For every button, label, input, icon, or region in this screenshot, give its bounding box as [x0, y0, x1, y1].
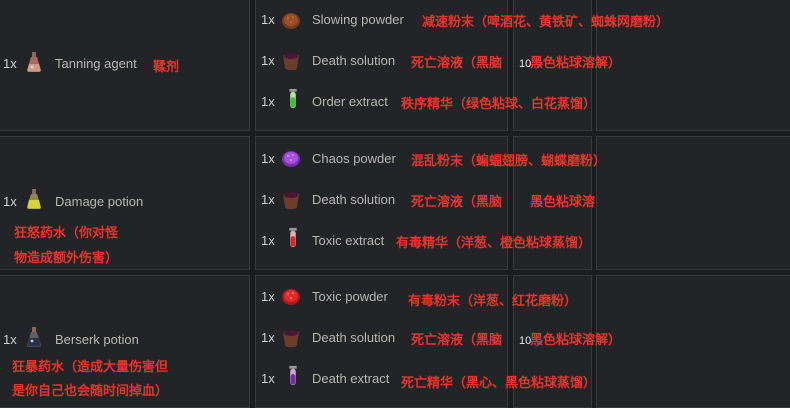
ingredient-name: Chaos powder — [312, 151, 396, 166]
toxic-extract-vial-icon[interactable] — [283, 227, 303, 249]
ingredient-name: Death solution — [312, 192, 396, 207]
ingredient-name: Toxic powder — [312, 289, 388, 304]
product-qty: 1x — [3, 332, 17, 347]
chaos-powder-icon[interactable] — [281, 146, 301, 168]
ingredient-qty: 1x — [261, 289, 275, 304]
ingredient-translation: 有毒精华（洋葱、橙色粘球蒸馏） — [396, 235, 592, 250]
ingredient-qty: 1x — [261, 192, 275, 207]
extra-cell-3b — [596, 275, 790, 408]
ingredient-name: Death solution — [312, 330, 396, 345]
product-name: Berserk potion — [55, 332, 139, 347]
product-translation-line1: 狂怒药水（你对怪 — [14, 225, 119, 240]
order-extract-vial-icon[interactable] — [283, 88, 303, 110]
ingredient-translation: 减速粉末（啤酒花、黄铁矿、蜘蛛网磨粉） — [422, 14, 670, 29]
death-extract-vial-icon[interactable] — [283, 365, 303, 387]
berserk-potion-flask-icon[interactable] — [24, 326, 44, 348]
product-name: Tanning agent — [55, 56, 137, 71]
ingredient-translation: 死亡溶液（黑脑 — [411, 55, 503, 70]
ingredient-name: Death solution — [312, 53, 396, 68]
ingredient-translation: 死亡溶液（黑脑 — [411, 194, 503, 209]
product-qty: 1x — [3, 56, 17, 71]
ingredient-qty: 1x — [261, 371, 275, 386]
ingredient-name: Death extract — [312, 371, 390, 386]
ingredient-name: Toxic extract — [312, 233, 385, 248]
product-name: Damage potion — [55, 194, 144, 209]
product-qty: 1x — [3, 194, 17, 209]
death-solution-bowl-icon[interactable] — [281, 326, 301, 348]
ingredient-qty: 1x — [261, 12, 275, 27]
slowing-powder-icon[interactable] — [281, 8, 301, 30]
product-translation-line2: 物造成额外伤害） — [14, 250, 119, 265]
ingredient-translation-cont: 黑色粘球溶解） — [530, 332, 622, 347]
product-translation: 鞣剂 — [153, 59, 180, 74]
ingredient-translation: 死亡精华（黑心、黑色粘球蒸馏） — [401, 375, 597, 390]
ingredient-qty: 1x — [261, 151, 275, 166]
extra-cell-2b — [596, 136, 790, 270]
tanning-agent-flask-icon[interactable] — [24, 51, 44, 73]
toxic-powder-icon[interactable] — [281, 284, 301, 306]
ingredient-qty: 1x — [261, 53, 275, 68]
ingredient-qty: 1x — [261, 233, 275, 248]
ingredient-translation: 秩序精华（绿色粘球、白花蒸馏） — [401, 96, 597, 111]
ingredient-qty: 1x — [261, 94, 275, 109]
ingredient-translation: 混乱粉末（蝙蝠翅膀、蝴蝶磨粉） — [411, 153, 607, 168]
ingredient-name: Order extract — [312, 94, 388, 109]
ingredient-name: Slowing powder — [312, 12, 404, 27]
ingredient-qty: 1x — [261, 330, 275, 345]
damage-potion-flask-icon[interactable] — [24, 188, 44, 210]
ingredient-translation-cont: 黑色粘球溶解） — [530, 55, 622, 70]
ingredient-translation: 死亡溶液（黑脑 — [411, 332, 503, 347]
death-solution-bowl-icon[interactable] — [281, 188, 301, 210]
death-solution-bowl-icon[interactable] — [281, 49, 301, 71]
ingredient-translation: 有毒粉末（洋葱、红花磨粉） — [408, 293, 578, 308]
ingredient-translation-cont: 黑色粘球溶 — [530, 194, 596, 209]
product-translation-line2: 是你自己也会随时间掉血） — [12, 383, 169, 398]
product-translation-line1: 狂暴药水（造成大量伤害但 — [12, 359, 169, 374]
